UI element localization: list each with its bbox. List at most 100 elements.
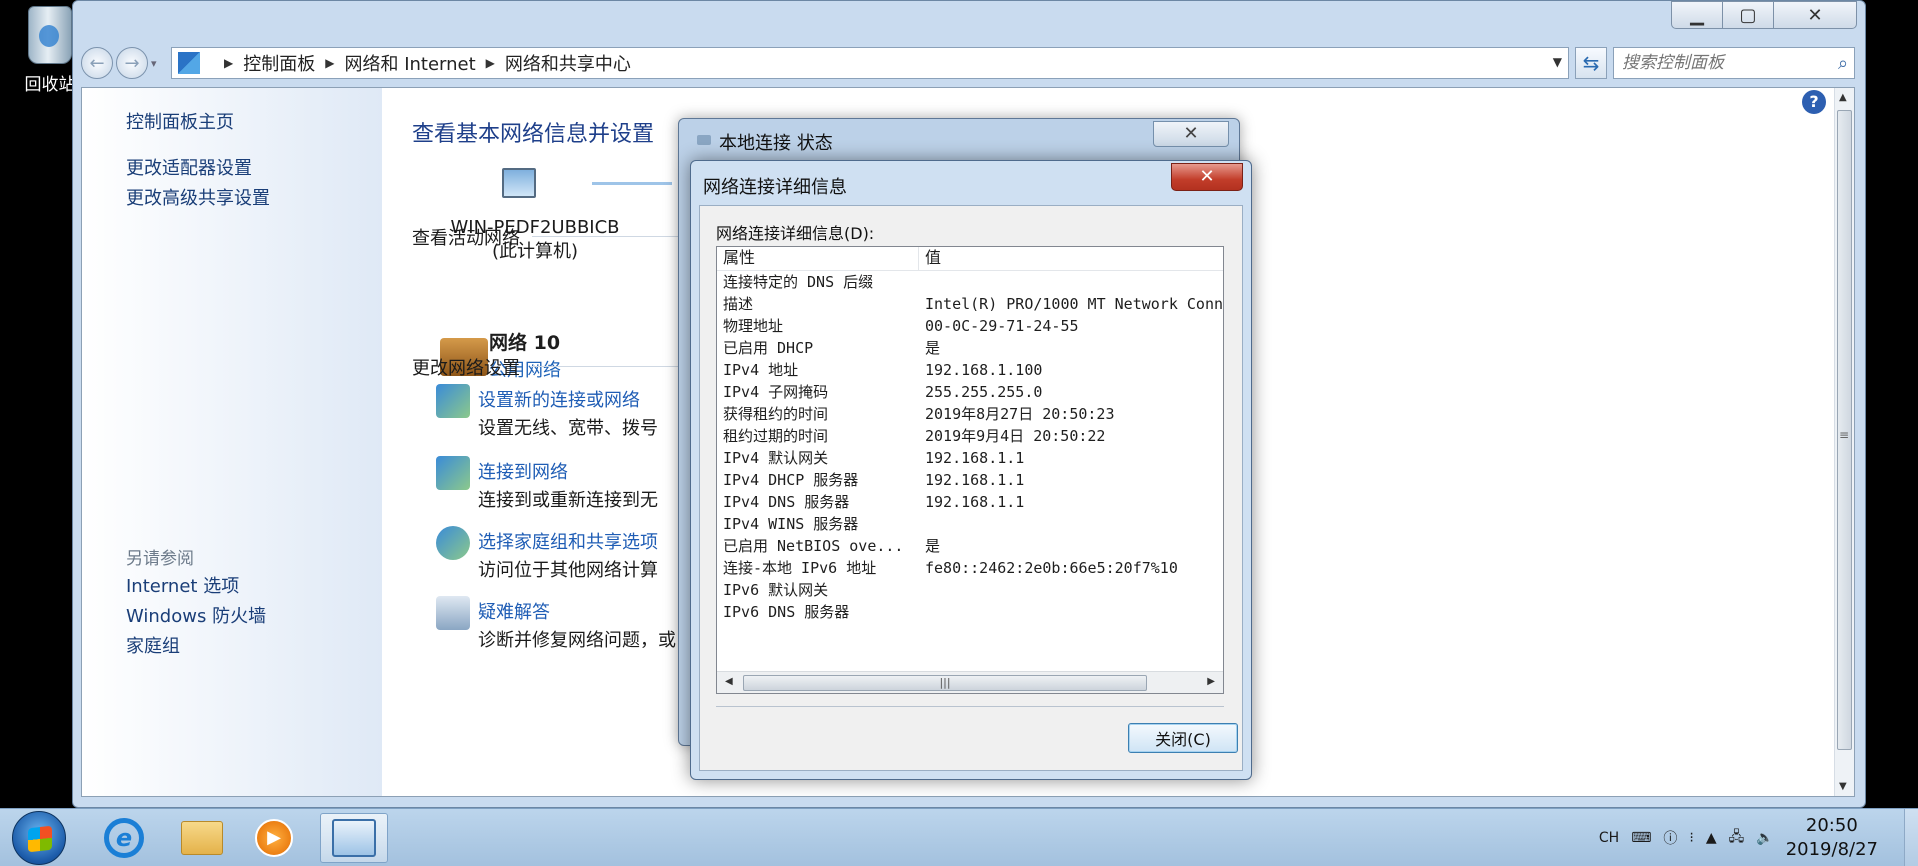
property-cell: 连接特定的 DNS 后缀 (723, 273, 874, 291)
clock[interactable]: 20:50 2019/8/27 (1786, 814, 1878, 862)
back-button[interactable]: ← (81, 47, 113, 79)
value-cell (919, 271, 1223, 293)
control-panel-home-link[interactable]: 控制面板主页 (126, 108, 234, 134)
search-icon[interactable]: ⌕ (1838, 53, 1848, 74)
address-bar[interactable]: ▶ 控制面板 ▶ 网络和 Internet ▶ 网络和共享中心 ▼ (171, 47, 1569, 79)
windows-firewall-link[interactable]: Windows 防火墙 (126, 602, 266, 628)
property-cell: IPv6 DNS 服务器 (723, 603, 850, 621)
value-cell: 是 (925, 339, 941, 357)
property-cell: 物理地址 (723, 317, 784, 335)
ime-options-icon[interactable]: ⁝ (1689, 830, 1693, 846)
table-row[interactable]: 获得租约的时间 2019年8月27日 20:50:23 (717, 403, 1223, 425)
close-button[interactable]: 关闭(C) (1128, 723, 1238, 753)
value-cell: 192.168.1.100 (925, 361, 1043, 379)
table-row[interactable]: IPv6 DNS 服务器 (717, 601, 1223, 623)
breadcrumb-separator-icon[interactable]: ▶ (325, 56, 334, 70)
recycle-bin-icon (28, 6, 72, 64)
table-row[interactable]: 已启用 NetBIOS ove... 是 (717, 535, 1223, 557)
breadcrumb-separator-icon[interactable]: ▶ (224, 56, 233, 70)
network-connection-details-dialog: 网络连接详细信息 ✕ 网络连接详细信息(D): 属性 值 连接特定的 DNS 后… (690, 160, 1252, 780)
troubleshoot-link[interactable]: 疑难解答 (478, 598, 550, 624)
homegroup-icon (436, 526, 470, 560)
column-header-property[interactable]: 属性 (717, 247, 919, 270)
taskbar-media-player[interactable]: ▶ (240, 813, 308, 863)
close-window-button[interactable]: ✕ (1773, 1, 1857, 29)
breadcrumb-separator-icon[interactable]: ▶ (486, 56, 495, 70)
property-cell: 已启用 NetBIOS ove... (723, 537, 904, 555)
table-row[interactable]: IPv4 子网掩码 255.255.255.0 (717, 381, 1223, 403)
recycle-bin-label: 回收站 (24, 75, 76, 95)
search-box: ⌕ (1613, 47, 1855, 79)
computer-icon (502, 168, 536, 198)
homegroup-link[interactable]: 家庭组 (126, 632, 180, 658)
network-connection-icon (697, 135, 711, 145)
change-advanced-sharing-link[interactable]: 更改高级共享设置 (126, 184, 270, 210)
scroll-right-icon[interactable]: ▶ (1207, 676, 1215, 687)
connect-to-network-link[interactable]: 连接到网络 (478, 458, 568, 484)
table-row[interactable]: 物理地址 00-0C-29-71-24-55 (717, 315, 1223, 337)
table-row[interactable]: IPv6 默认网关 (717, 579, 1223, 601)
column-header-value[interactable]: 值 (919, 247, 1223, 270)
keyboard-icon[interactable]: ⌨ (1631, 830, 1651, 846)
homegroup-sharing-link[interactable]: 选择家庭组和共享选项 (478, 528, 658, 554)
address-dropdown-icon[interactable]: ▼ (1553, 55, 1562, 69)
taskbar-control-panel[interactable] (320, 813, 388, 863)
breadcrumb-network-internet[interactable]: 网络和 Internet (344, 50, 475, 76)
table-row[interactable]: IPv4 地址 192.168.1.100 (717, 359, 1223, 381)
show-desktop-button[interactable] (1904, 809, 1918, 866)
help-icon[interactable]: ? (1802, 90, 1826, 114)
breadcrumb-control-panel[interactable]: 控制面板 (243, 50, 315, 76)
recent-pages-dropdown[interactable]: ▾ (151, 57, 163, 70)
volume-icon[interactable]: 🔈 (1756, 830, 1773, 846)
language-indicator[interactable]: CH (1599, 830, 1619, 846)
recycle-bin-shortcut[interactable]: 回收站 (20, 6, 80, 95)
table-row[interactable]: IPv4 DHCP 服务器 192.168.1.1 (717, 469, 1223, 491)
taskbar-explorer[interactable] (168, 813, 236, 863)
details-dialog-close-x-button[interactable]: ✕ (1171, 163, 1243, 191)
details-list-view[interactable]: 属性 值 连接特定的 DNS 后缀描述 Intel(R) PRO/1000 MT … (716, 246, 1224, 694)
details-list-label: 网络连接详细信息(D): (716, 224, 875, 243)
value-cell: 192.168.1.1 (925, 449, 1025, 467)
table-row[interactable]: IPv4 默认网关 192.168.1.1 (717, 447, 1223, 469)
search-input[interactable] (1622, 53, 1838, 73)
minimize-button[interactable]: ▁ (1671, 1, 1723, 29)
table-row[interactable]: 连接特定的 DNS 后缀 (717, 271, 1223, 293)
left-task-pane: 控制面板主页 更改适配器设置 更改高级共享设置 另请参阅 Internet 选项… (82, 88, 382, 796)
scroll-left-icon[interactable]: ◀ (725, 676, 733, 687)
breadcrumb-network-sharing-center[interactable]: 网络和共享中心 (505, 50, 631, 76)
status-dialog-close-button[interactable]: ✕ (1153, 121, 1229, 147)
vertical-scrollbar[interactable]: ▲ ≡ ▼ (1834, 88, 1854, 796)
table-row[interactable]: IPv4 WINS 服务器 (717, 513, 1223, 535)
internet-options-link[interactable]: Internet 选项 (126, 572, 239, 598)
network-name: 网络 10 (489, 332, 561, 354)
value-cell: 00-0C-29-71-24-55 (925, 317, 1079, 335)
maximize-button[interactable]: ▢ (1722, 1, 1774, 29)
property-cell: IPv4 DNS 服务器 (723, 493, 850, 511)
status-dialog-title: 本地连接 状态 (719, 133, 833, 154)
setup-new-connection-link[interactable]: 设置新的连接或网络 (478, 386, 640, 412)
network-tray-icon[interactable]: 🖧 (1729, 826, 1745, 850)
value-cell: 2019年9月4日 20:50:22 (925, 427, 1106, 445)
forward-button[interactable]: → (116, 47, 148, 79)
window-caption-buttons: ▁ ▢ ✕ (1671, 1, 1857, 29)
scroll-up-icon[interactable]: ▲ (1839, 92, 1847, 103)
horizontal-scroll-thumb[interactable]: ||| (743, 675, 1147, 691)
change-adapter-settings-link[interactable]: 更改适配器设置 (126, 154, 252, 180)
refresh-button[interactable]: ⇆ (1575, 47, 1607, 79)
table-row[interactable]: IPv4 DNS 服务器 192.168.1.1 (717, 491, 1223, 513)
control-panel-icon (178, 52, 200, 74)
start-button[interactable] (12, 811, 66, 865)
help-tray-icon[interactable]: ⓘ (1663, 828, 1677, 848)
taskbar-ie[interactable]: e (90, 813, 158, 863)
value-cell: Intel(R) PRO/1000 MT Network Conn (925, 295, 1223, 313)
value-cell (919, 601, 1223, 623)
homegroup-sharing-desc: 访问位于其他网络计算 (478, 560, 658, 581)
page-title: 查看基本网络信息并设置 (412, 122, 655, 147)
scroll-down-icon[interactable]: ▼ (1839, 781, 1847, 792)
table-row[interactable]: 连接-本地 IPv6 地址 fe80::2462:2e0b:66e5:20f7%1… (717, 557, 1223, 579)
table-row[interactable]: 描述 Intel(R) PRO/1000 MT Network Conn (717, 293, 1223, 315)
horizontal-scrollbar[interactable]: ◀ ||| ▶ (717, 671, 1223, 693)
table-row[interactable]: 租约过期的时间 2019年9月4日 20:50:22 (717, 425, 1223, 447)
show-hidden-icons-icon[interactable]: ▲ (1706, 830, 1717, 846)
table-row[interactable]: 已启用 DHCP 是 (717, 337, 1223, 359)
